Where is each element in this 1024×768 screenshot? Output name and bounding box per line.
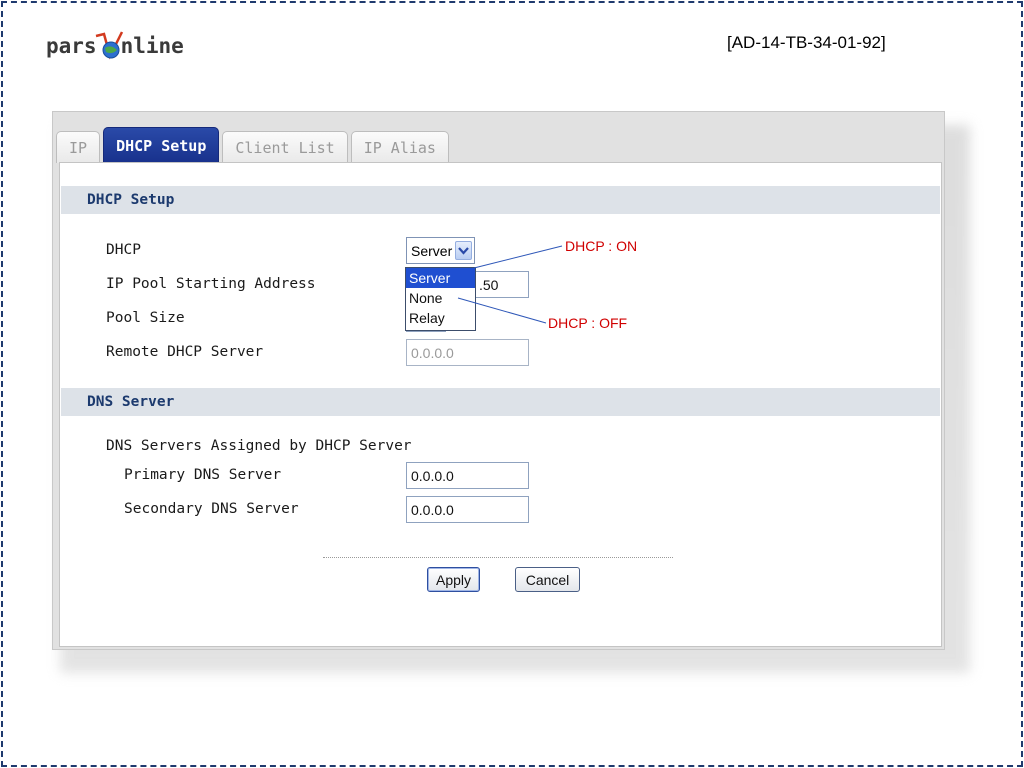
apply-button[interactable]: Apply — [427, 567, 480, 592]
primary-dns-label: Primary DNS Server — [124, 467, 282, 483]
primary-dns-input[interactable]: 0.0.0.0 — [406, 462, 529, 489]
annotation-dhcp-off: DHCP : OFF — [548, 315, 628, 331]
annotation-lines — [457, 245, 563, 324]
secondary-dns-input[interactable]: 0.0.0.0 — [406, 496, 529, 523]
annotation-dhcp-on: DHCP : ON — [565, 238, 638, 254]
cancel-button[interactable]: Cancel — [515, 567, 580, 592]
section-header-dns: DNS Server — [61, 388, 940, 416]
button-divider — [323, 557, 673, 558]
secondary-dns-label: Secondary DNS Server — [124, 501, 299, 517]
dns-assigned-label: DNS Servers Assigned by DHCP Server — [106, 438, 412, 454]
